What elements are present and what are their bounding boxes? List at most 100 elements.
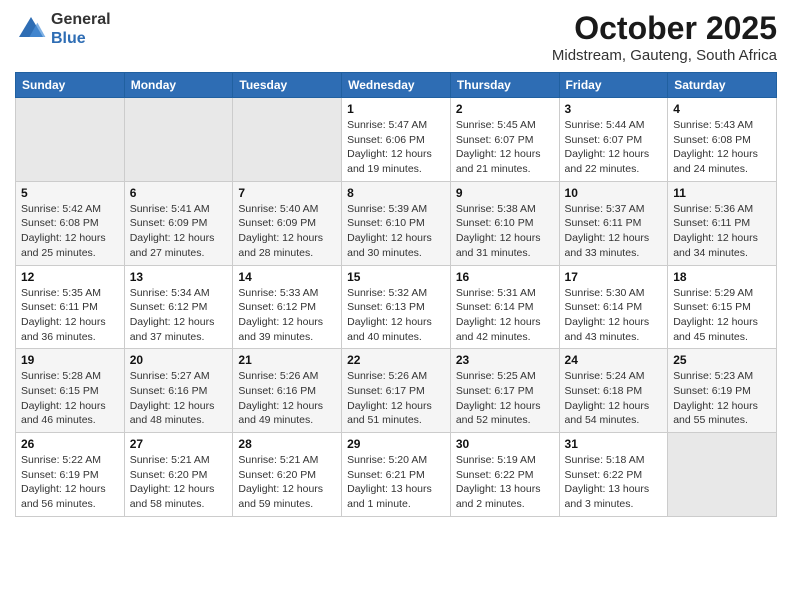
day-info: Sunrise: 5:40 AMSunset: 6:09 PMDaylight:… <box>238 202 336 261</box>
day-number: 21 <box>238 353 336 367</box>
day-info: Sunrise: 5:21 AMSunset: 6:20 PMDaylight:… <box>130 453 228 512</box>
calendar-cell: 14 Sunrise: 5:33 AMSunset: 6:12 PMDayligh… <box>233 265 342 349</box>
day-number: 12 <box>21 270 119 284</box>
weekday-header-thursday: Thursday <box>450 73 559 98</box>
calendar-cell: 4 Sunrise: 5:43 AMSunset: 6:08 PMDaylight… <box>668 98 777 182</box>
day-info: Sunrise: 5:36 AMSunset: 6:11 PMDaylight:… <box>673 202 771 261</box>
calendar-cell: 23 Sunrise: 5:25 AMSunset: 6:17 PMDayligh… <box>450 349 559 433</box>
day-number: 8 <box>347 186 445 200</box>
calendar-cell: 8 Sunrise: 5:39 AMSunset: 6:10 PMDaylight… <box>342 181 451 265</box>
day-info: Sunrise: 5:19 AMSunset: 6:22 PMDaylight:… <box>456 453 554 512</box>
calendar-cell: 5 Sunrise: 5:42 AMSunset: 6:08 PMDaylight… <box>16 181 125 265</box>
logo-icon <box>15 13 47 45</box>
day-info: Sunrise: 5:42 AMSunset: 6:08 PMDaylight:… <box>21 202 119 261</box>
logo-text: General Blue <box>51 10 111 48</box>
calendar-cell: 30Sunrise: 5:19 AMSunset: 6:22 PMDayligh… <box>450 433 559 517</box>
day-info: Sunrise: 5:45 AMSunset: 6:07 PMDaylight:… <box>456 118 554 177</box>
day-info: Sunrise: 5:18 AMSunset: 6:22 PMDaylight:… <box>565 453 663 512</box>
day-info: Sunrise: 5:31 AMSunset: 6:14 PMDaylight:… <box>456 286 554 345</box>
day-info: Sunrise: 5:20 AMSunset: 6:21 PMDaylight:… <box>347 453 445 512</box>
calendar-cell: 7 Sunrise: 5:40 AMSunset: 6:09 PMDaylight… <box>233 181 342 265</box>
day-number: 25 <box>673 353 771 367</box>
calendar-cell: 18 Sunrise: 5:29 AMSunset: 6:15 PMDayligh… <box>668 265 777 349</box>
day-info: Sunrise: 5:29 AMSunset: 6:15 PMDaylight:… <box>673 286 771 345</box>
day-number: 23 <box>456 353 554 367</box>
day-info: Sunrise: 5:33 AMSunset: 6:12 PMDaylight:… <box>238 286 336 345</box>
day-info: Sunrise: 5:44 AMSunset: 6:07 PMDaylight:… <box>565 118 663 177</box>
weekday-header-friday: Friday <box>559 73 668 98</box>
calendar-cell: 13Sunrise: 5:34 AMSunset: 6:12 PMDayligh… <box>124 265 233 349</box>
calendar-cell: 6 Sunrise: 5:41 AMSunset: 6:09 PMDaylight… <box>124 181 233 265</box>
month-title: October 2025 <box>552 10 777 47</box>
weekday-header-monday: Monday <box>124 73 233 98</box>
day-number: 28 <box>238 437 336 451</box>
calendar-cell <box>668 433 777 517</box>
weekday-header-saturday: Saturday <box>668 73 777 98</box>
day-info: Sunrise: 5:37 AMSunset: 6:11 PMDaylight:… <box>565 202 663 261</box>
location-subtitle: Midstream, Gauteng, South Africa <box>552 47 777 64</box>
day-info: Sunrise: 5:30 AMSunset: 6:14 PMDaylight:… <box>565 286 663 345</box>
day-number: 27 <box>130 437 228 451</box>
calendar-week-1: 1 Sunrise: 5:47 AMSunset: 6:06 PMDaylight… <box>16 98 777 182</box>
calendar-cell: 28 Sunrise: 5:21 AMSunset: 6:20 PMDayligh… <box>233 433 342 517</box>
day-info: Sunrise: 5:38 AMSunset: 6:10 PMDaylight:… <box>456 202 554 261</box>
day-info: Sunrise: 5:35 AMSunset: 6:11 PMDaylight:… <box>21 286 119 345</box>
day-info: Sunrise: 5:25 AMSunset: 6:17 PMDaylight:… <box>456 369 554 428</box>
day-info: Sunrise: 5:47 AMSunset: 6:06 PMDaylight:… <box>347 118 445 177</box>
calendar-week-4: 19Sunrise: 5:28 AMSunset: 6:15 PMDayligh… <box>16 349 777 433</box>
day-number: 26 <box>21 437 119 451</box>
calendar-cell: 10Sunrise: 5:37 AMSunset: 6:11 PMDayligh… <box>559 181 668 265</box>
calendar-cell <box>233 98 342 182</box>
day-info: Sunrise: 5:22 AMSunset: 6:19 PMDaylight:… <box>21 453 119 512</box>
day-number: 15 <box>347 270 445 284</box>
day-number: 7 <box>238 186 336 200</box>
day-number: 20 <box>130 353 228 367</box>
calendar-cell: 15 Sunrise: 5:32 AMSunset: 6:13 PMDayligh… <box>342 265 451 349</box>
calendar-cell: 9 Sunrise: 5:38 AMSunset: 6:10 PMDaylight… <box>450 181 559 265</box>
weekday-header-wednesday: Wednesday <box>342 73 451 98</box>
weekday-header-row: SundayMondayTuesdayWednesdayThursdayFrid… <box>16 73 777 98</box>
day-info: Sunrise: 5:26 AMSunset: 6:17 PMDaylight:… <box>347 369 445 428</box>
calendar-cell <box>124 98 233 182</box>
calendar-cell: 2Sunrise: 5:45 AMSunset: 6:07 PMDaylight… <box>450 98 559 182</box>
day-number: 1 <box>347 102 445 116</box>
day-info: Sunrise: 5:32 AMSunset: 6:13 PMDaylight:… <box>347 286 445 345</box>
calendar-table: SundayMondayTuesdayWednesdayThursdayFrid… <box>15 72 777 517</box>
day-info: Sunrise: 5:26 AMSunset: 6:16 PMDaylight:… <box>238 369 336 428</box>
calendar-cell: 26 Sunrise: 5:22 AMSunset: 6:19 PMDayligh… <box>16 433 125 517</box>
day-number: 22 <box>347 353 445 367</box>
day-number: 3 <box>565 102 663 116</box>
day-number: 19 <box>21 353 119 367</box>
day-number: 5 <box>21 186 119 200</box>
logo: General Blue <box>15 10 111 48</box>
calendar-cell: 3 Sunrise: 5:44 AMSunset: 6:07 PMDaylight… <box>559 98 668 182</box>
day-number: 18 <box>673 270 771 284</box>
calendar-cell: 11 Sunrise: 5:36 AMSunset: 6:11 PMDayligh… <box>668 181 777 265</box>
day-number: 14 <box>238 270 336 284</box>
calendar-week-3: 12 Sunrise: 5:35 AMSunset: 6:11 PMDayligh… <box>16 265 777 349</box>
day-info: Sunrise: 5:34 AMSunset: 6:12 PMDaylight:… <box>130 286 228 345</box>
calendar-cell: 1 Sunrise: 5:47 AMSunset: 6:06 PMDaylight… <box>342 98 451 182</box>
calendar-cell: 20 Sunrise: 5:27 AMSunset: 6:16 PMDayligh… <box>124 349 233 433</box>
calendar-cell: 19Sunrise: 5:28 AMSunset: 6:15 PMDayligh… <box>16 349 125 433</box>
calendar-cell <box>16 98 125 182</box>
day-info: Sunrise: 5:41 AMSunset: 6:09 PMDaylight:… <box>130 202 228 261</box>
day-info: Sunrise: 5:27 AMSunset: 6:16 PMDaylight:… <box>130 369 228 428</box>
day-number: 4 <box>673 102 771 116</box>
day-number: 31 <box>565 437 663 451</box>
day-info: Sunrise: 5:21 AMSunset: 6:20 PMDaylight:… <box>238 453 336 512</box>
day-number: 11 <box>673 186 771 200</box>
calendar-cell: 17 Sunrise: 5:30 AMSunset: 6:14 PMDayligh… <box>559 265 668 349</box>
day-number: 17 <box>565 270 663 284</box>
day-number: 24 <box>565 353 663 367</box>
day-number: 9 <box>456 186 554 200</box>
calendar-cell: 24Sunrise: 5:24 AMSunset: 6:18 PMDayligh… <box>559 349 668 433</box>
calendar-cell: 22 Sunrise: 5:26 AMSunset: 6:17 PMDayligh… <box>342 349 451 433</box>
weekday-header-tuesday: Tuesday <box>233 73 342 98</box>
day-number: 6 <box>130 186 228 200</box>
day-info: Sunrise: 5:39 AMSunset: 6:10 PMDaylight:… <box>347 202 445 261</box>
calendar-cell: 16Sunrise: 5:31 AMSunset: 6:14 PMDayligh… <box>450 265 559 349</box>
day-info: Sunrise: 5:23 AMSunset: 6:19 PMDaylight:… <box>673 369 771 428</box>
calendar-cell: 29Sunrise: 5:20 AMSunset: 6:21 PMDayligh… <box>342 433 451 517</box>
day-info: Sunrise: 5:43 AMSunset: 6:08 PMDaylight:… <box>673 118 771 177</box>
